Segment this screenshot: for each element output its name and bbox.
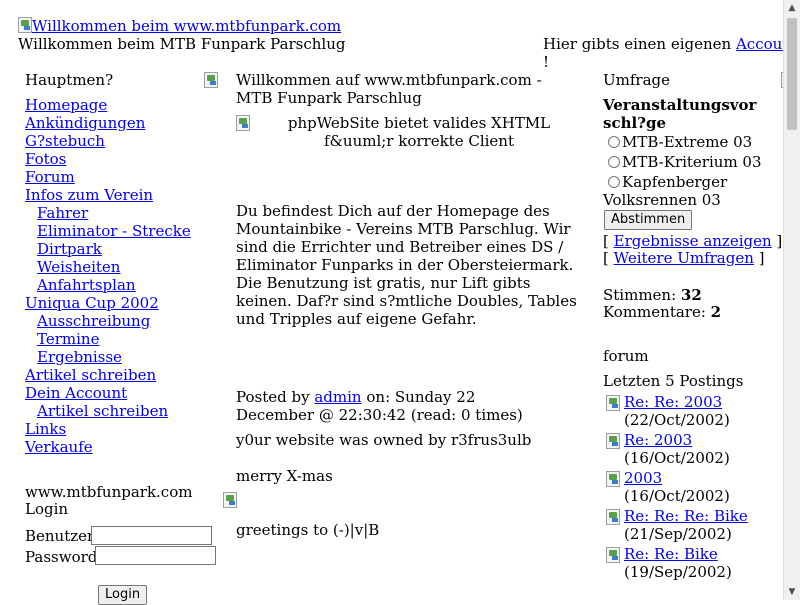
menu-item[interactable]: Fotos [25, 150, 220, 168]
radio-button[interactable] [608, 136, 620, 148]
post-icon [606, 433, 620, 449]
menu-item[interactable]: Dirtpark [25, 240, 220, 258]
forum-post-body: Re: 2003 (16/Oct/2002) [624, 431, 766, 467]
forum-post-item: Re: Re: 2003 (22/Oct/2002) [606, 393, 766, 429]
votes-count: Stimmen: 32 [603, 286, 702, 304]
login-box-icon [222, 492, 237, 508]
forum-post-list: Re: Re: 2003 (22/Oct/2002) Re: 2003 (16/O… [606, 393, 766, 583]
username-input[interactable] [91, 526, 212, 545]
radio-button[interactable] [608, 176, 620, 188]
forum-post-item: 2003 (16/Oct/2002) [606, 469, 766, 505]
post-line-3: greetings to (-)|v|B [236, 521, 380, 539]
post-meta: Posted by admin on: Sunday 22 December @… [236, 388, 523, 424]
menu-item[interactable]: Dein Account [25, 384, 220, 402]
forum-post-link[interactable]: Re: Re: Bike [624, 545, 718, 563]
menu-item[interactable]: Termine [25, 330, 220, 348]
more-polls-row: [ Weitere Umfragen ] [603, 249, 765, 267]
forum-post-date: (16/Oct/2002) [624, 449, 730, 467]
scroll-thumb[interactable] [787, 18, 797, 130]
menu-item[interactable]: Uniqua Cup 2002 [25, 294, 220, 312]
menu-item[interactable]: Anfahrtsplan [25, 276, 220, 294]
menu-item[interactable]: Eliminator - Strecke [25, 222, 220, 240]
more-polls-link[interactable]: Weitere Umfragen [614, 249, 754, 267]
forum-post-date: (16/Oct/2002) [624, 487, 730, 505]
scroll-down-icon[interactable]: ▼ [784, 584, 800, 600]
menu-item[interactable]: Homepage [25, 96, 220, 114]
radio-button[interactable] [608, 156, 620, 168]
forum-post-date: (21/Sep/2002) [624, 525, 732, 543]
broken-image-icon [236, 115, 250, 131]
menu-item[interactable]: Ankündigungen [25, 114, 220, 132]
vertical-scrollbar[interactable]: ▲ ▼ [783, 0, 800, 600]
menu-item[interactable]: Fahrer [25, 204, 220, 222]
forum-post-body: Re: Re: Re: Bike (21/Sep/2002) [624, 507, 766, 543]
poll-question: Veranstaltungsvorschl?ge [603, 96, 757, 132]
forum-title: forum [603, 347, 649, 365]
post-icon [606, 471, 620, 487]
poll-option[interactable]: MTB-Kriterium 03 [603, 153, 763, 171]
logo-link[interactable]: Willkommen beim www.mtbfunpark.com [32, 17, 341, 35]
article-intro: Du befindest Dich auf der Homepage des M… [236, 202, 577, 328]
menu-item[interactable]: Forum [25, 168, 220, 186]
forum-post-item: Re: Re: Bike (19/Sep/2002) [606, 545, 766, 581]
menu-item[interactable]: Weisheiten [25, 258, 220, 276]
forum-subtitle: Letzten 5 Postings [603, 372, 744, 390]
main-menu-title: Hauptmen? [25, 71, 114, 89]
login-site-title: www.mtbfunpark.com [25, 483, 193, 501]
forum-post-date: (22/Oct/2002) [624, 411, 730, 429]
menu-item[interactable]: Infos zum Verein [25, 186, 220, 204]
menu-item[interactable]: Ergebnisse [25, 348, 220, 366]
login-button[interactable]: Login [98, 585, 148, 605]
vote-button[interactable]: Abstimmen [604, 210, 693, 230]
scroll-up-icon[interactable]: ▲ [784, 0, 800, 16]
menu-item[interactable]: Links [25, 420, 220, 438]
site-logo[interactable]: Willkommen beim www.mtbfunpark.com [18, 17, 341, 35]
forum-post-body: Re: Re: Bike (19/Sep/2002) [624, 545, 766, 581]
poll-title: Umfrage [603, 71, 671, 89]
post-line-2: merry X-mas [236, 467, 333, 485]
forum-post-item: Re: 2003 (16/Oct/2002) [606, 431, 766, 467]
results-link[interactable]: Ergebnisse anzeigen [614, 232, 772, 250]
comments-count: Kommentare: 2 [603, 303, 722, 321]
forum-post-link[interactable]: 2003 [624, 469, 662, 487]
forum-post-item: Re: Re: Re: Bike (21/Sep/2002) [606, 507, 766, 543]
poll-options: MTB-Extreme 03 MTB-Kriterium 03 Kapfenbe… [603, 133, 763, 209]
poll-option[interactable]: MTB-Extreme 03 [603, 133, 763, 151]
welcome-text: Willkommen beim MTB Funpark Parschlug [18, 35, 346, 53]
broken-image-icon [18, 17, 32, 33]
article-title: Willkommen auf www.mtbfunpark.com - MTB … [236, 71, 542, 107]
forum-post-link[interactable]: Re: 2003 [624, 431, 692, 449]
menu-item[interactable]: Ausschreibung [25, 312, 220, 330]
account-hint: Hier gibts einen eigenen Account ! [543, 35, 798, 71]
post-icon [606, 547, 620, 563]
forum-post-link[interactable]: Re: Re: Re: Bike [624, 507, 748, 525]
menu-item[interactable]: Artikel schreiben [25, 402, 220, 420]
password-label: Password: [25, 548, 103, 566]
poll-option[interactable]: Kapfenberger Volksrennen 03 [603, 173, 763, 209]
password-input[interactable] [95, 546, 216, 565]
article-image-alt: phpWebSite bietet valides XHTML f&uuml;r… [287, 114, 551, 150]
results-link-row: [ Ergebnisse anzeigen ] [603, 232, 783, 250]
forum-post-link[interactable]: Re: Re: 2003 [624, 393, 722, 411]
post-icon [606, 395, 620, 411]
forum-post-body: Re: Re: 2003 (22/Oct/2002) [624, 393, 766, 429]
forum-post-body: 2003 (16/Oct/2002) [624, 469, 766, 505]
forum-post-date: (19/Sep/2002) [624, 563, 732, 581]
article-image: phpWebSite bietet valides XHTML f&uuml;r… [236, 114, 582, 150]
menu-box-icon [204, 72, 218, 88]
menu-item[interactable]: Verkaufe [25, 438, 220, 456]
post-author-link[interactable]: admin [314, 388, 361, 406]
post-icon [606, 509, 620, 525]
login-title: Login [25, 500, 69, 518]
menu-item[interactable]: G?stebuch [25, 132, 220, 150]
menu-item[interactable]: Artikel schreiben [25, 366, 220, 384]
post-line-1: y0ur website was owned by r3frus3ulb [236, 431, 532, 449]
username-label: Benutzer: [25, 527, 100, 545]
main-menu: Homepage Ankündigungen G?stebuch Fotos Forum… [25, 96, 220, 456]
